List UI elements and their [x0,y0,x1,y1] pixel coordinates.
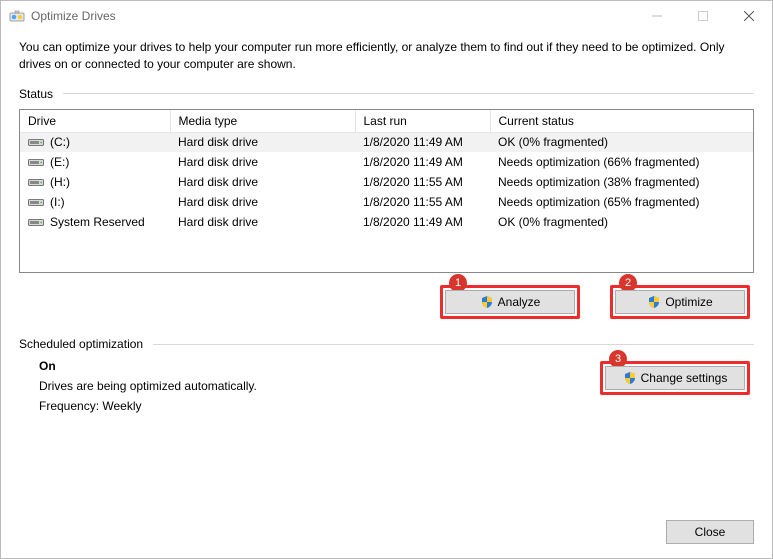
table-row[interactable]: (E:) Hard disk drive1/8/2020 11:49 AMNeed… [20,152,753,172]
status-cell: Needs optimization (66% fragmented) [490,152,753,172]
footer: Close [666,520,754,544]
table-row[interactable]: System Reserved Hard disk drive1/8/2020 1… [20,212,753,232]
drive-label: (E:) [50,155,69,169]
scheduled-label: Scheduled optimization [19,337,143,351]
drive-label: (I:) [50,195,65,209]
shield-icon [647,295,661,309]
table-header-row: Drive Media type Last run Current status [20,110,753,133]
window-title: Optimize Drives [31,9,116,23]
drive-icon [28,216,44,228]
status-label: Status [19,87,53,101]
media-cell: Hard disk drive [170,152,355,172]
lastrun-cell: 1/8/2020 11:55 AM [355,192,490,212]
drives-table: Drive Media type Last run Current status… [19,109,754,274]
lastrun-cell: 1/8/2020 11:49 AM [355,212,490,232]
optimize-button[interactable]: Optimize [615,290,745,314]
scheduled-description: Drives are being optimized automatically… [39,379,600,393]
divider [63,93,754,94]
scheduled-status: On [39,359,600,373]
annotation-2: 2 Optimize [610,285,750,319]
status-cell: OK (0% fragmented) [490,212,753,232]
drive-icon [28,156,44,168]
drive-label: (H:) [50,175,70,189]
col-status[interactable]: Current status [490,110,753,133]
shield-icon [480,295,494,309]
lastrun-cell: 1/8/2020 11:49 AM [355,132,490,152]
table-row[interactable]: (I:) Hard disk drive1/8/2020 11:55 AMNeed… [20,192,753,212]
status-section-header: Status [19,87,754,101]
annotation-3: 3 Change settings [600,361,750,395]
analyze-label: Analyze [498,295,541,309]
change-settings-button[interactable]: Change settings [605,366,745,390]
close-button[interactable]: Close [666,520,754,544]
drive-icon [28,136,44,148]
media-cell: Hard disk drive [170,212,355,232]
action-button-row: 1 Analyze 2 Optimize [19,285,754,319]
col-drive[interactable]: Drive [20,110,170,133]
window-controls [634,1,772,31]
table-empty-space [20,232,753,272]
table-row[interactable]: (H:) Hard disk drive1/8/2020 11:55 AMNeed… [20,172,753,192]
drive-icon [28,176,44,188]
drive-icon [28,196,44,208]
table-row[interactable]: (C:) Hard disk drive1/8/2020 11:49 AMOK (… [20,132,753,152]
media-cell: Hard disk drive [170,132,355,152]
media-cell: Hard disk drive [170,192,355,212]
optimize-label: Optimize [665,295,712,309]
drive-label: (C:) [50,135,70,149]
maximize-button[interactable] [680,1,726,31]
scheduled-section-header: Scheduled optimization [19,337,754,351]
lastrun-cell: 1/8/2020 11:55 AM [355,172,490,192]
close-window-button[interactable] [726,1,772,31]
status-cell: OK (0% fragmented) [490,132,753,152]
col-media[interactable]: Media type [170,110,355,133]
shield-icon [623,371,637,385]
col-last[interactable]: Last run [355,110,490,133]
drive-label: System Reserved [50,215,145,229]
media-cell: Hard disk drive [170,172,355,192]
divider [153,344,754,345]
change-settings-label: Change settings [641,371,728,385]
app-icon [9,8,25,24]
titlebar: Optimize Drives [1,1,772,31]
description-text: You can optimize your drives to help you… [19,39,754,73]
status-cell: Needs optimization (65% fragmented) [490,192,753,212]
analyze-button[interactable]: Analyze [445,290,575,314]
minimize-button[interactable] [634,1,680,31]
annotation-1: 1 Analyze [440,285,580,319]
lastrun-cell: 1/8/2020 11:49 AM [355,152,490,172]
status-cell: Needs optimization (38% fragmented) [490,172,753,192]
scheduled-info: On Drives are being optimized automatica… [19,359,600,419]
scheduled-frequency: Frequency: Weekly [39,399,600,413]
scheduled-body: On Drives are being optimized automatica… [19,359,754,419]
